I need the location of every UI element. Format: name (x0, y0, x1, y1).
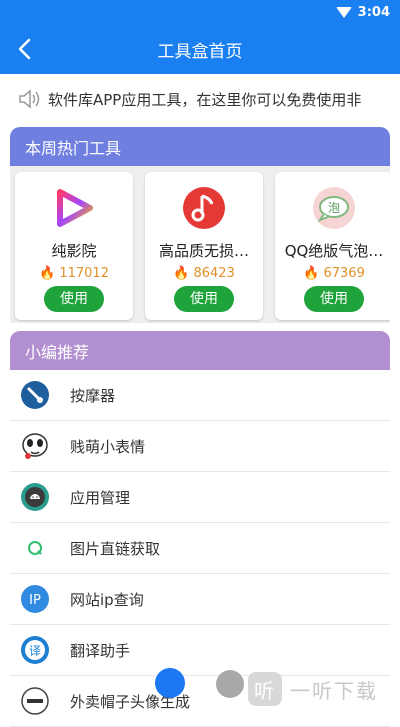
link-icon (28, 541, 42, 555)
use-button[interactable]: 使用 (174, 286, 234, 312)
list-item-label: 按摩器 (70, 386, 116, 405)
list-item-label: 翻译助手 (70, 641, 131, 660)
fire-icon: 🔥 (39, 266, 56, 281)
svg-text:译: 译 (29, 644, 41, 658)
watermark: 听 一听下载 (248, 672, 378, 706)
back-button[interactable] (14, 37, 36, 61)
list-item-label: 应用管理 (70, 488, 131, 507)
app-bar: 工具盒首页 (0, 24, 400, 74)
wifi-icon (335, 6, 352, 18)
svg-text:IP: IP (29, 593, 41, 608)
svg-text:泡: 泡 (328, 201, 340, 215)
status-time: 3:04 (357, 4, 390, 20)
hot-tools-header: 本周热门工具 (10, 127, 390, 166)
tool-card-chunyingyuan[interactable]: 纯影院 🔥 117012 使用 (15, 172, 133, 320)
use-button[interactable]: 使用 (44, 286, 104, 312)
list-item-label: 图片直链获取 (70, 539, 161, 558)
list-item-massager[interactable]: 按摩器 (10, 370, 390, 421)
list-item-translate[interactable]: 译 翻译助手 (10, 625, 390, 676)
use-button[interactable]: 使用 (304, 286, 364, 312)
translate-icon: 译 (21, 636, 49, 664)
floating-action-dot[interactable] (155, 668, 185, 698)
tool-card-name: QQ绝版气泡… (284, 242, 384, 260)
page-title: 工具盒首页 (157, 41, 243, 62)
tool-card-count: 🔥 117012 (39, 266, 109, 281)
hot-tools-carousel[interactable]: 纯影院 🔥 117012 使用 高品质无损… 🔥 86423 使用 泡 QQ绝版… (10, 166, 390, 323)
floating-grey-dot[interactable] (216, 670, 244, 698)
recommend-header: 小编推荐 (10, 331, 390, 370)
watermark-badge: 听 (248, 672, 282, 706)
tool-card-name: 纯影院 (51, 242, 97, 260)
android-icon (21, 483, 49, 511)
play-triangle-icon (57, 189, 93, 227)
list-item-emoji[interactable]: 贱萌小表情 (10, 421, 390, 472)
tool-card-count: 🔥 86423 (173, 266, 235, 281)
list-item-label: 网站ip查询 (70, 590, 144, 609)
hot-tools-title: 本周热门工具 (25, 138, 122, 158)
cute-face-icon (22, 433, 48, 459)
bubble-sticker-icon: 泡 (313, 187, 355, 229)
ip-icon: IP (21, 585, 49, 613)
fire-icon: 🔥 (303, 266, 320, 281)
notice-marquee: 软件库APP应用工具，在这里你可以免费使用非 (0, 74, 400, 124)
music-note-icon (183, 187, 225, 229)
list-item-image-link[interactable]: 图片直链获取 (10, 523, 390, 574)
tool-card-music[interactable]: 高品质无损… 🔥 86423 使用 (145, 172, 263, 320)
notice-text: 软件库APP应用工具，在这里你可以免费使用非 (48, 90, 362, 109)
tool-card-qq-bubble[interactable]: 泡 QQ绝版气泡… 🔥 67369 使用 (275, 172, 390, 320)
avatar-icon (21, 687, 49, 715)
speaker-icon (19, 89, 40, 109)
massager-icon (21, 381, 49, 409)
tool-card-name: 高品质无损… (158, 242, 249, 260)
list-item-app-manager[interactable]: 应用管理 (10, 472, 390, 523)
list-item-ip-lookup[interactable]: IP 网站ip查询 (10, 574, 390, 625)
tool-card-count: 🔥 67369 (303, 266, 365, 281)
fire-icon: 🔥 (173, 266, 190, 281)
recommend-title: 小编推荐 (25, 342, 90, 362)
watermark-text: 一听下载 (290, 678, 378, 703)
list-item-label: 贱萌小表情 (70, 437, 146, 456)
status-bar: 3:04 (0, 0, 400, 24)
